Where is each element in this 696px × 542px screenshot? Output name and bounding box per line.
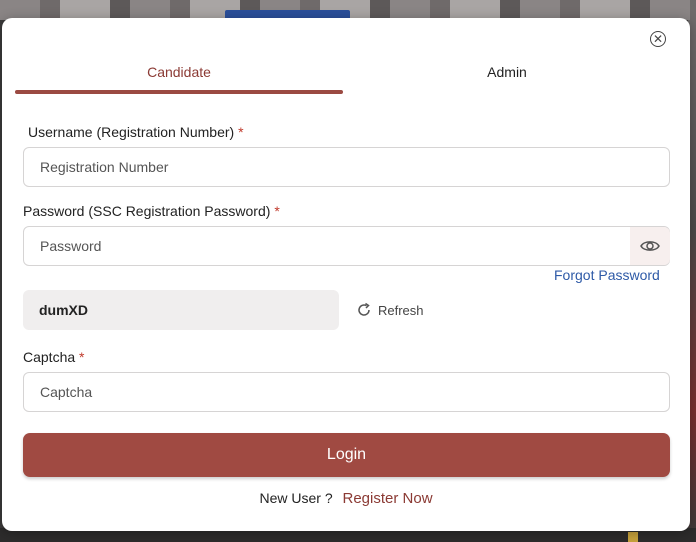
login-modal: ✕ Candidate Admin Username (Registration… — [2, 18, 690, 531]
captcha-label: Captcha * — [23, 349, 85, 365]
tab-admin[interactable]: Admin — [343, 54, 671, 90]
show-password-button[interactable] — [630, 227, 670, 265]
username-label-text: Username (Registration Number) — [28, 124, 235, 140]
password-label-text: Password (SSC Registration Password) — [23, 203, 271, 219]
register-prompt: New User ? Register Now — [2, 490, 690, 507]
required-mark: * — [79, 349, 85, 365]
close-icon[interactable]: ✕ — [650, 31, 666, 47]
password-label: Password (SSC Registration Password) * — [23, 203, 280, 219]
username-label: Username (Registration Number) * — [28, 124, 244, 140]
refresh-label: Refresh — [378, 302, 424, 318]
captcha-input[interactable] — [23, 372, 670, 412]
active-tab-indicator — [15, 90, 343, 94]
login-button[interactable]: Login — [23, 433, 670, 477]
login-tabs: Candidate Admin — [15, 54, 671, 94]
register-now-link[interactable]: Register Now — [343, 490, 433, 507]
captcha-label-text: Captcha — [23, 349, 76, 365]
captcha-image: dumXD — [23, 290, 339, 330]
background-bottom-icon — [628, 532, 638, 542]
required-mark: * — [238, 124, 244, 140]
required-mark: * — [274, 203, 280, 219]
username-input[interactable] — [23, 147, 670, 187]
new-user-text: New User ? — [259, 490, 333, 506]
refresh-icon — [358, 302, 370, 316]
password-input[interactable] — [23, 226, 670, 266]
refresh-captcha-button[interactable]: Refresh — [356, 301, 424, 319]
eye-icon — [640, 241, 660, 251]
forgot-password-link[interactable]: Forgot Password — [554, 267, 660, 283]
tab-candidate[interactable]: Candidate — [15, 54, 343, 90]
